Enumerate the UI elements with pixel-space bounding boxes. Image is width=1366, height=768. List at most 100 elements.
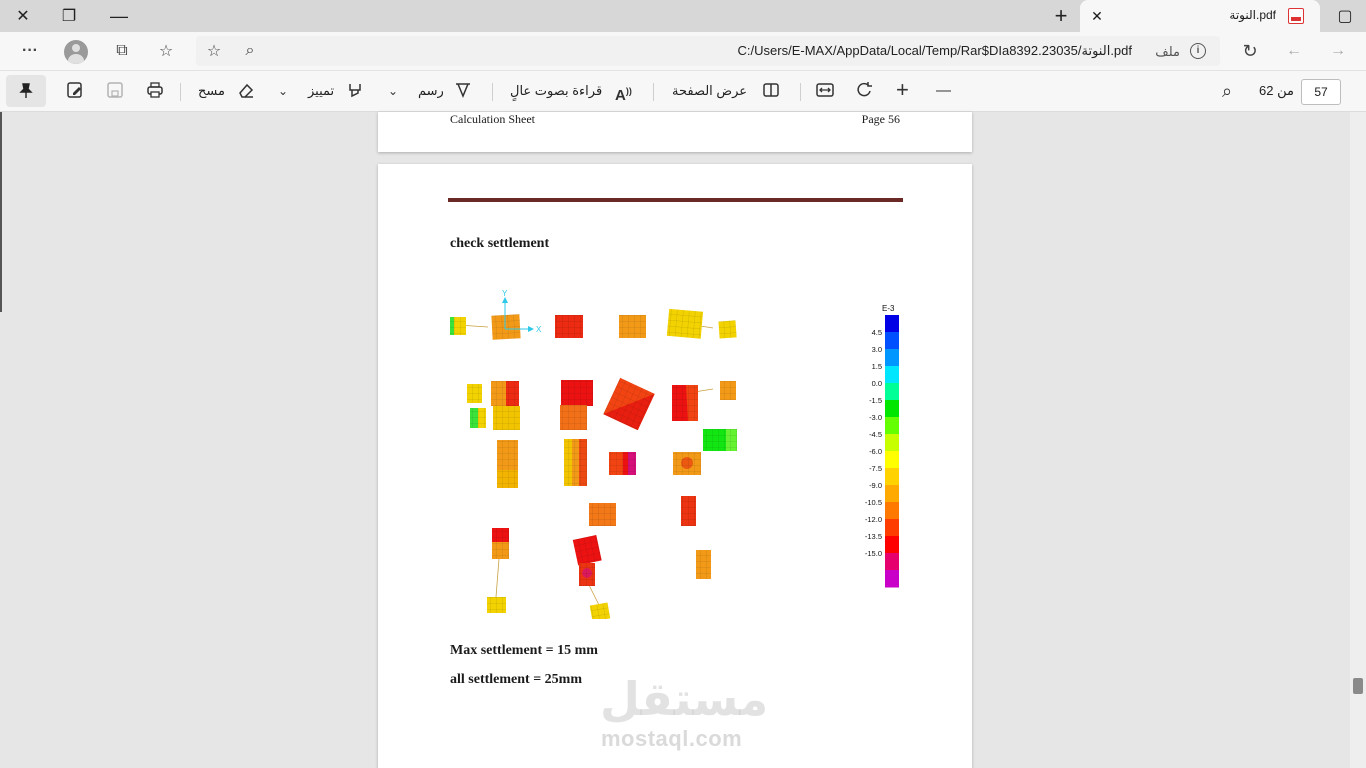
axis-x-label: X xyxy=(536,325,542,334)
eraser-icon xyxy=(239,83,254,98)
footing xyxy=(696,550,711,579)
refresh-button[interactable]: ↻ xyxy=(1236,37,1264,65)
legend-tick-label: -1.5 xyxy=(869,396,882,405)
restore-window-button[interactable]: ❐ xyxy=(46,0,92,32)
toolbar-separator xyxy=(180,83,181,101)
rotate-button[interactable] xyxy=(856,81,874,101)
pdf-toolbar: مسح ⌄ تمييز ⌄ رسم قراءة بصوت عالٍ A)) عر… xyxy=(0,70,1366,112)
page-view-button[interactable] xyxy=(762,81,780,101)
footing xyxy=(555,315,583,338)
legend-tick-label: -10.5 xyxy=(865,498,882,507)
footing xyxy=(619,315,646,338)
footing xyxy=(718,320,737,339)
scroll-thumb[interactable] xyxy=(1353,678,1363,694)
pin-toolbar-button[interactable] xyxy=(6,75,46,107)
toolbar-separator xyxy=(653,83,654,101)
file-label: ملف xyxy=(1155,44,1180,59)
highlight-label[interactable]: تمييز xyxy=(308,83,334,99)
print-button[interactable] xyxy=(146,81,164,101)
legend-color-segment xyxy=(885,553,899,571)
header-rule xyxy=(448,198,903,202)
refresh-icon: ↻ xyxy=(1242,40,1258,61)
legend-color-segment xyxy=(885,400,899,418)
legend-color-segment xyxy=(885,349,899,367)
back-button[interactable]: → xyxy=(1324,37,1352,65)
legend-color-segment xyxy=(885,485,899,503)
close-icon: ✕ xyxy=(16,8,30,25)
pen-icon xyxy=(456,83,470,98)
read-aloud-icon: A)) xyxy=(615,86,632,104)
minus-icon: — xyxy=(936,82,951,99)
pdf-file-icon xyxy=(1288,8,1304,24)
profile-avatar[interactable] xyxy=(64,40,88,64)
previous-page: Calculation Sheet Page 56 xyxy=(378,112,972,152)
minimize-window-button[interactable]: — xyxy=(96,0,142,32)
legend-tick-label: -3.0 xyxy=(869,413,882,422)
favorites-button[interactable]: ☆ xyxy=(152,37,180,65)
tab-close-button[interactable]: ✕ xyxy=(1088,7,1106,25)
legend-color-segment xyxy=(885,315,899,333)
close-icon: ✕ xyxy=(1091,8,1103,24)
legend-color-segment xyxy=(885,451,899,469)
new-tab-button[interactable]: + xyxy=(1038,0,1084,32)
save-icon xyxy=(107,82,123,98)
page-view-label[interactable]: عرض الصفحة xyxy=(672,83,747,99)
legend-color-segment xyxy=(885,570,899,588)
highlight-button[interactable] xyxy=(346,81,364,101)
save-button[interactable] xyxy=(106,81,124,101)
footing xyxy=(681,496,696,526)
collections-button[interactable]: ⧉ xyxy=(108,37,136,65)
read-aloud-label[interactable]: قراءة بصوت عالٍ xyxy=(510,83,602,99)
address-input[interactable]: ☆ ⌕ C:/Users/E-MAX/AppData/Local/Temp/Ra… xyxy=(196,36,1220,66)
url-text: C:/Users/E-MAX/AppData/Local/Temp/Rar$DI… xyxy=(737,43,1132,58)
erase-label[interactable]: مسح xyxy=(198,83,225,99)
footing xyxy=(470,408,486,428)
max-settlement-text: Max settlement = 15 mm xyxy=(450,643,598,658)
footing xyxy=(560,405,587,430)
legend-tick-label: -6.0 xyxy=(869,447,882,456)
zoom-button[interactable]: ⌕ xyxy=(236,37,264,65)
footing xyxy=(589,602,611,619)
pin-icon xyxy=(19,83,33,98)
collections-icon: ⧉ xyxy=(116,42,128,59)
legend-tick-label: 3.0 xyxy=(872,345,882,354)
fit-to-width-button[interactable] xyxy=(816,81,834,101)
chevron-down-icon: ⌄ xyxy=(388,84,399,98)
page-number-input[interactable]: 57 xyxy=(1301,79,1341,105)
info-icon[interactable]: i xyxy=(1190,43,1206,59)
toolbar-separator xyxy=(492,83,493,101)
footing xyxy=(467,384,482,403)
footing xyxy=(497,440,518,488)
toolbar-separator xyxy=(800,83,801,101)
footing xyxy=(572,534,602,566)
browser-tab[interactable]: ✕ النوتة.pdf xyxy=(1080,0,1320,32)
close-window-button[interactable]: ✕ xyxy=(0,0,46,32)
draw-options-button[interactable]: ⌄ xyxy=(388,81,398,101)
tab-actions-button[interactable]: ▢ xyxy=(1322,0,1366,32)
highlight-options-button[interactable]: ⌄ xyxy=(278,81,288,101)
footing xyxy=(564,439,587,486)
more-icon: ··· xyxy=(22,42,38,59)
color-legend: E-3 4.5 3.0 1.5 0.0 -1.5 -3.0 -4.5 -6.0 -7.5 -9.0… xyxy=(865,304,899,588)
back-arrow-icon: → xyxy=(1330,42,1346,59)
settings-menu-button[interactable]: ··· xyxy=(16,37,44,65)
read-aloud-button[interactable]: A)) xyxy=(615,81,632,104)
zoom-in-button[interactable]: + xyxy=(896,79,909,101)
tab-actions-icon: ▢ xyxy=(1337,8,1353,25)
legend-tick-label: -15.0 xyxy=(865,549,882,558)
erase-button[interactable] xyxy=(237,81,255,101)
add-favorite-button[interactable]: ☆ xyxy=(200,37,228,65)
footing xyxy=(609,452,636,475)
draw-button[interactable] xyxy=(454,81,472,101)
highlighter-icon xyxy=(349,84,361,98)
forward-button[interactable]: ← xyxy=(1280,37,1308,65)
section-heading: check settlement xyxy=(450,236,550,251)
left-edge-line xyxy=(0,112,2,312)
zoom-out-button[interactable]: — xyxy=(936,81,951,101)
draw-label[interactable]: رسم xyxy=(418,83,444,99)
tab-title: النوتة.pdf xyxy=(1229,8,1276,22)
vertical-scrollbar[interactable] xyxy=(1350,112,1366,768)
footing xyxy=(603,377,655,431)
find-button[interactable]: ⌕ xyxy=(1222,81,1232,101)
save-as-button[interactable] xyxy=(66,81,84,101)
